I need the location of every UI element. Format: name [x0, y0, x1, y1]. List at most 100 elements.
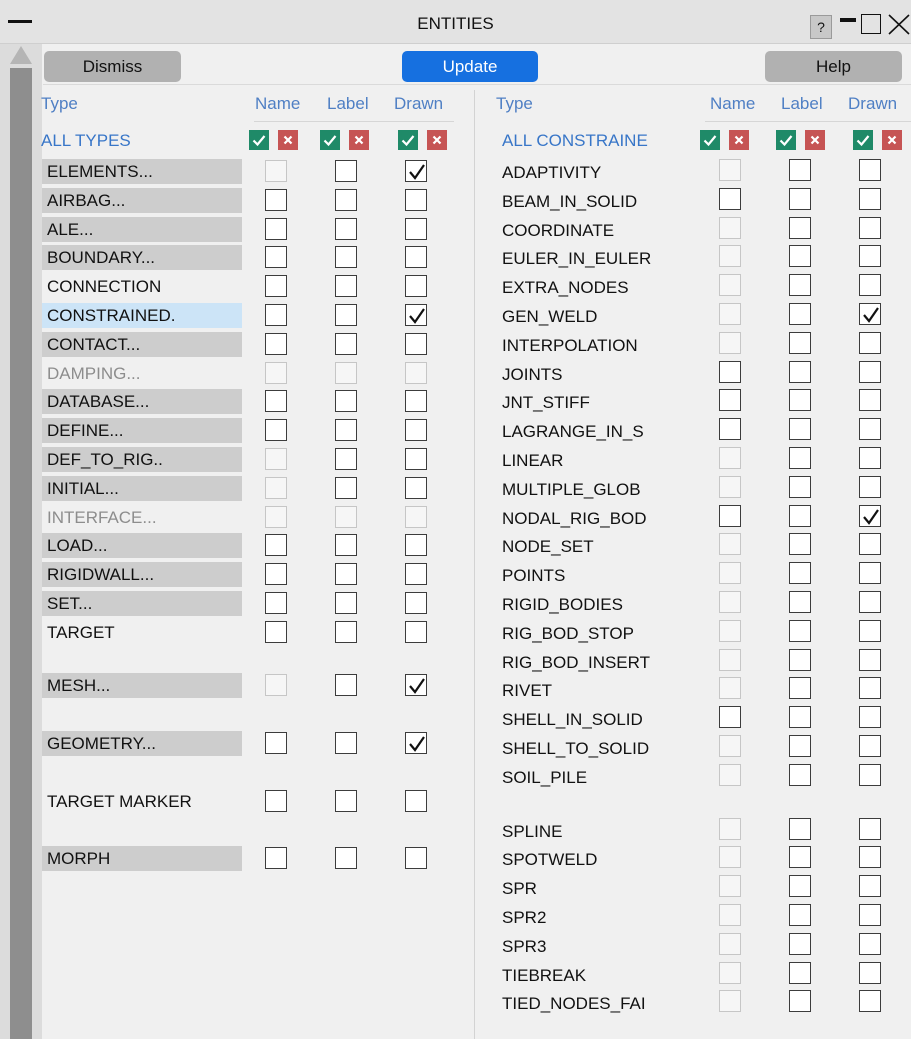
drawn-checkbox-set[interactable]: [405, 592, 427, 614]
entity-type-rigidwall[interactable]: RIGIDWALL...: [42, 562, 242, 588]
left-clear-all-label-icon[interactable]: [349, 130, 369, 150]
all-constrained-label[interactable]: ALL CONSTRAINE: [502, 131, 648, 151]
name-checkbox-jnt-stiff[interactable]: [719, 389, 741, 412]
label-checkbox-rivet[interactable]: [789, 677, 811, 700]
constraint-type-rigid-bodies[interactable]: RIGID_BODIES: [502, 592, 623, 617]
drawn-checkbox-shell-to-solid[interactable]: [859, 735, 881, 757]
label-checkbox-initial[interactable]: [335, 476, 357, 499]
constraint-type-jnt-stiff[interactable]: JNT_STIFF: [502, 390, 590, 415]
label-checkbox-rig-bod-insert[interactable]: [789, 648, 811, 671]
drawn-checkbox-linear[interactable]: [859, 447, 881, 469]
drawn-checkbox-adaptivity[interactable]: [859, 159, 881, 181]
right-clear-all-label-icon[interactable]: [805, 130, 825, 150]
constraint-type-tiebreak[interactable]: TIEBREAK: [502, 963, 586, 988]
constraint-type-spr2[interactable]: SPR2: [502, 905, 546, 930]
label-checkbox-node-set[interactable]: [789, 533, 811, 556]
label-checkbox-set[interactable]: [335, 592, 357, 614]
left-select-all-label-icon[interactable]: [320, 130, 340, 150]
label-checkbox-lagrange-in-s[interactable]: [789, 418, 811, 441]
drawn-checkbox-node-set[interactable]: [859, 533, 881, 556]
label-checkbox-def-to-rig[interactable]: [335, 448, 357, 470]
constraint-type-linear[interactable]: LINEAR: [502, 448, 563, 473]
name-checkbox-nodal-rig-bod[interactable]: [719, 504, 741, 527]
right-select-all-name-icon[interactable]: [700, 130, 720, 150]
entity-type-contact[interactable]: CONTACT...: [42, 331, 242, 357]
drawn-checkbox-jnt-stiff[interactable]: [859, 389, 881, 412]
constraint-type-joints[interactable]: JOINTS: [502, 362, 562, 387]
label-checkbox-rigid-bodies[interactable]: [789, 591, 811, 613]
entity-type-ale[interactable]: ALE...: [42, 216, 242, 242]
entity-type-define[interactable]: DEFINE...: [42, 418, 242, 444]
name-checkbox-beam-in-solid[interactable]: [719, 187, 741, 210]
drawn-checkbox-interpolation[interactable]: [859, 331, 881, 354]
entity-type-geometry[interactable]: GEOMETRY...: [42, 731, 242, 756]
drawn-checkbox-spotweld[interactable]: [859, 846, 881, 869]
name-checkbox-set[interactable]: [265, 592, 287, 614]
label-checkbox-jnt-stiff[interactable]: [789, 389, 811, 412]
constraint-type-lagrange-in-s[interactable]: LAGRANGE_IN_S: [502, 419, 644, 444]
entity-type-load[interactable]: LOAD...: [42, 533, 242, 559]
label-checkbox-extra-nodes[interactable]: [789, 274, 811, 297]
label-checkbox-points[interactable]: [789, 562, 811, 585]
drawn-checkbox-database[interactable]: [405, 390, 427, 413]
label-checkbox-soil-pile[interactable]: [789, 763, 811, 786]
label-checkbox-mesh[interactable]: [335, 674, 357, 696]
name-checkbox-database[interactable]: [265, 390, 287, 413]
label-checkbox-coordinate[interactable]: [789, 216, 811, 239]
drawn-checkbox-connection[interactable]: [405, 275, 427, 298]
name-checkbox-lagrange-in-s[interactable]: [719, 418, 741, 441]
name-checkbox-constrained[interactable]: [265, 304, 287, 326]
name-checkbox-contact[interactable]: [265, 332, 287, 355]
constraint-type-points[interactable]: POINTS: [502, 563, 565, 588]
drawn-checkbox-boundary[interactable]: [405, 246, 427, 269]
constraint-type-adaptivity[interactable]: ADAPTIVITY: [502, 160, 601, 185]
right-select-all-label-icon[interactable]: [776, 130, 796, 150]
constraint-type-euler-in-euler[interactable]: EULER_IN_EULER: [502, 246, 651, 271]
drawn-checkbox-joints[interactable]: [859, 360, 881, 383]
drawn-checkbox-euler-in-euler[interactable]: [859, 245, 881, 268]
update-button[interactable]: Update: [402, 51, 538, 82]
drawn-checkbox-ale[interactable]: [405, 217, 427, 240]
label-checkbox-load[interactable]: [335, 534, 357, 557]
name-checkbox-rigidwall[interactable]: [265, 563, 287, 586]
drawn-checkbox-nodal-rig-bod[interactable]: [859, 504, 881, 527]
drawn-checkbox-rivet[interactable]: [859, 677, 881, 700]
label-checkbox-gen-weld[interactable]: [789, 303, 811, 325]
label-checkbox-ale[interactable]: [335, 217, 357, 240]
label-checkbox-tiebreak[interactable]: [789, 961, 811, 984]
constraint-type-spr[interactable]: SPR: [502, 876, 537, 901]
drawn-checkbox-def-to-rig[interactable]: [405, 448, 427, 470]
name-checkbox-connection[interactable]: [265, 275, 287, 298]
scroll-up-icon[interactable]: [10, 46, 32, 64]
name-checkbox-shell-in-solid[interactable]: [719, 706, 741, 729]
drawn-checkbox-spr3[interactable]: [859, 932, 881, 955]
drawn-checkbox-soil-pile[interactable]: [859, 763, 881, 786]
constraint-type-multiple-glob[interactable]: MULTIPLE_GLOB: [502, 477, 641, 502]
drawn-checkbox-shell-in-solid[interactable]: [859, 706, 881, 729]
close-icon[interactable]: [883, 12, 911, 36]
entity-type-def-to-rig[interactable]: DEF_TO_RIG..: [42, 447, 242, 472]
label-checkbox-morph[interactable]: [335, 847, 357, 869]
label-checkbox-boundary[interactable]: [335, 246, 357, 269]
left-clear-all-drawn-icon[interactable]: [427, 130, 447, 150]
label-checkbox-rigidwall[interactable]: [335, 563, 357, 586]
label-checkbox-interpolation[interactable]: [789, 331, 811, 354]
label-checkbox-airbag[interactable]: [335, 188, 357, 211]
label-checkbox-constrained[interactable]: [335, 304, 357, 326]
constraint-type-node-set[interactable]: NODE_SET: [502, 534, 594, 559]
left-select-all-drawn-icon[interactable]: [398, 130, 418, 150]
drawn-checkbox-load[interactable]: [405, 534, 427, 557]
drawn-checkbox-gen-weld[interactable]: [859, 303, 881, 325]
help-button[interactable]: Help: [765, 51, 902, 82]
drawn-checkbox-rigid-bodies[interactable]: [859, 591, 881, 613]
label-checkbox-beam-in-solid[interactable]: [789, 187, 811, 210]
drawn-checkbox-lagrange-in-s[interactable]: [859, 418, 881, 441]
entity-type-interface[interactable]: INTERFACE...: [42, 505, 242, 530]
drawn-checkbox-target[interactable]: [405, 620, 427, 643]
name-checkbox-target[interactable]: [265, 620, 287, 643]
right-clear-all-drawn-icon[interactable]: [882, 130, 902, 150]
drawn-checkbox-define[interactable]: [405, 419, 427, 442]
label-checkbox-adaptivity[interactable]: [789, 159, 811, 181]
entity-type-morph[interactable]: MORPH: [42, 846, 242, 871]
constraint-type-soil-pile[interactable]: SOIL_PILE: [502, 765, 587, 790]
